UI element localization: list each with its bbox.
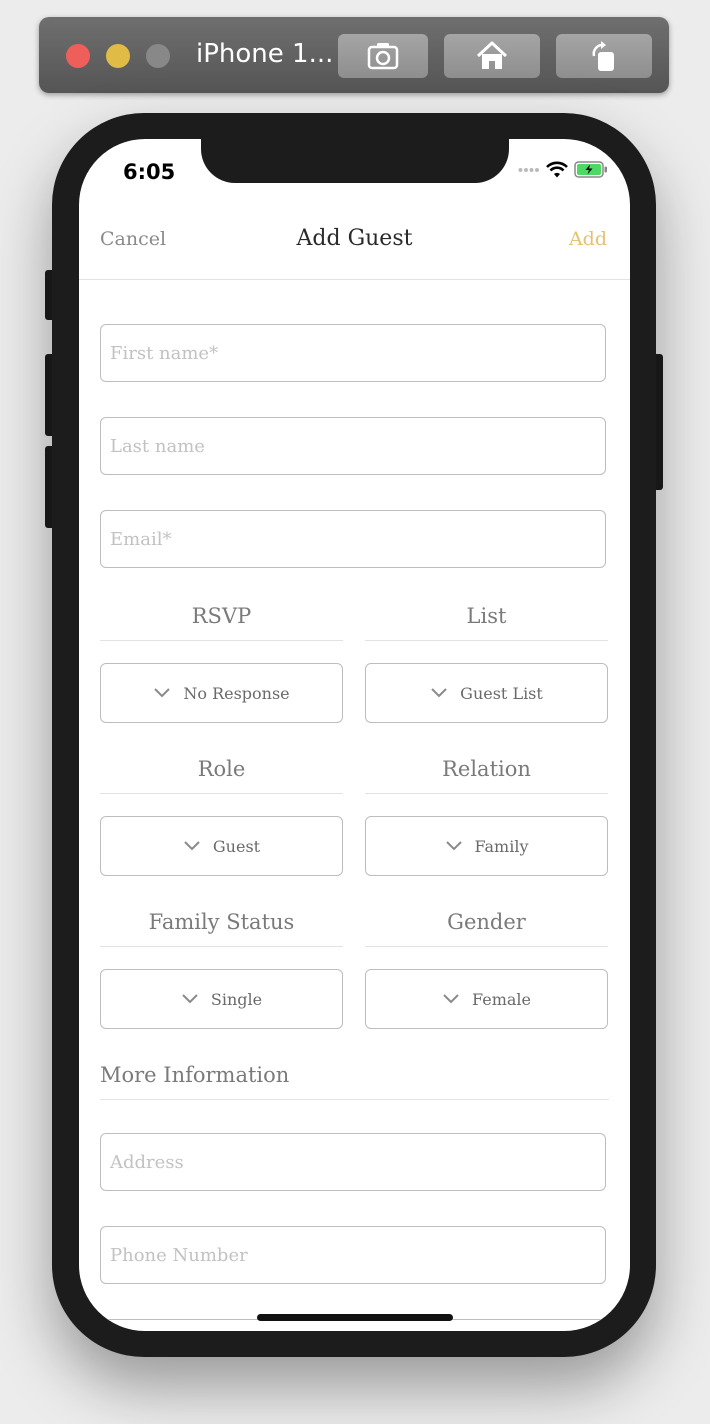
rsvp-value: No Response bbox=[183, 683, 290, 703]
role-value: Guest bbox=[212, 836, 261, 856]
last-name-field bbox=[100, 417, 606, 475]
wifi-icon bbox=[546, 161, 568, 178]
page-title: Add Guest bbox=[296, 226, 413, 251]
relation-value: Family bbox=[474, 836, 529, 856]
email-field bbox=[100, 510, 606, 568]
simulator-title: iPhone 1... bbox=[196, 39, 334, 69]
first-name-input[interactable] bbox=[101, 325, 605, 381]
rsvp-label: RSVP bbox=[100, 604, 343, 641]
add-button[interactable]: Add bbox=[569, 228, 607, 250]
email-input[interactable] bbox=[101, 511, 605, 567]
family-status-value: Single bbox=[210, 989, 263, 1009]
phone-number-input[interactable] bbox=[101, 1227, 605, 1283]
screenshot-button[interactable] bbox=[338, 34, 428, 78]
chevron-down-icon bbox=[443, 994, 459, 1004]
chevron-down-icon bbox=[431, 688, 447, 698]
rotate-icon bbox=[592, 41, 614, 71]
rotate-button[interactable] bbox=[556, 34, 652, 78]
home-indicator[interactable] bbox=[257, 1314, 453, 1321]
status-icons bbox=[518, 161, 608, 178]
screenshot-icon bbox=[367, 43, 399, 70]
role-label: Role bbox=[100, 757, 343, 794]
simulator-toolbar: iPhone 1... bbox=[39, 17, 669, 93]
notch bbox=[201, 139, 509, 183]
zoom-window-button[interactable] bbox=[146, 44, 170, 68]
phone-number-field bbox=[100, 1226, 606, 1284]
first-name-field bbox=[100, 324, 606, 382]
family-status-label: Family Status bbox=[100, 910, 343, 947]
family-status-dropdown[interactable]: Single bbox=[100, 969, 343, 1029]
status-time: 6:05 bbox=[123, 160, 176, 184]
gender-dropdown[interactable]: Female bbox=[365, 969, 608, 1029]
relation-label: Relation bbox=[365, 757, 608, 794]
role-dropdown[interactable]: Guest bbox=[100, 816, 343, 876]
chevron-down-icon bbox=[154, 688, 171, 698]
relation-dropdown[interactable]: Family bbox=[365, 816, 608, 876]
signal-dots-icon bbox=[518, 167, 539, 172]
chevron-down-icon bbox=[445, 841, 462, 851]
battery-icon bbox=[574, 161, 607, 178]
list-dropdown[interactable]: Guest List bbox=[365, 663, 608, 723]
gender-label: Gender bbox=[365, 910, 608, 947]
last-name-input[interactable] bbox=[101, 418, 605, 474]
more-information-label: More Information bbox=[100, 1063, 609, 1100]
rsvp-dropdown[interactable]: No Response bbox=[100, 663, 343, 723]
home-icon bbox=[476, 41, 508, 69]
gender-value: Female bbox=[472, 989, 531, 1009]
phone-screen: 6:05 Cancel Add Guest Add RSVP Lis bbox=[79, 139, 630, 1331]
address-field bbox=[100, 1133, 606, 1191]
chevron-down-icon bbox=[184, 841, 200, 851]
home-button[interactable] bbox=[444, 34, 540, 78]
navigation-bar: Cancel Add Guest Add bbox=[79, 217, 630, 280]
chevron-down-icon bbox=[182, 994, 198, 1004]
close-window-button[interactable] bbox=[66, 44, 90, 68]
address-input[interactable] bbox=[101, 1134, 605, 1190]
minimize-window-button[interactable] bbox=[106, 44, 130, 68]
list-label: List bbox=[365, 604, 608, 641]
list-value: Guest List bbox=[460, 683, 543, 703]
